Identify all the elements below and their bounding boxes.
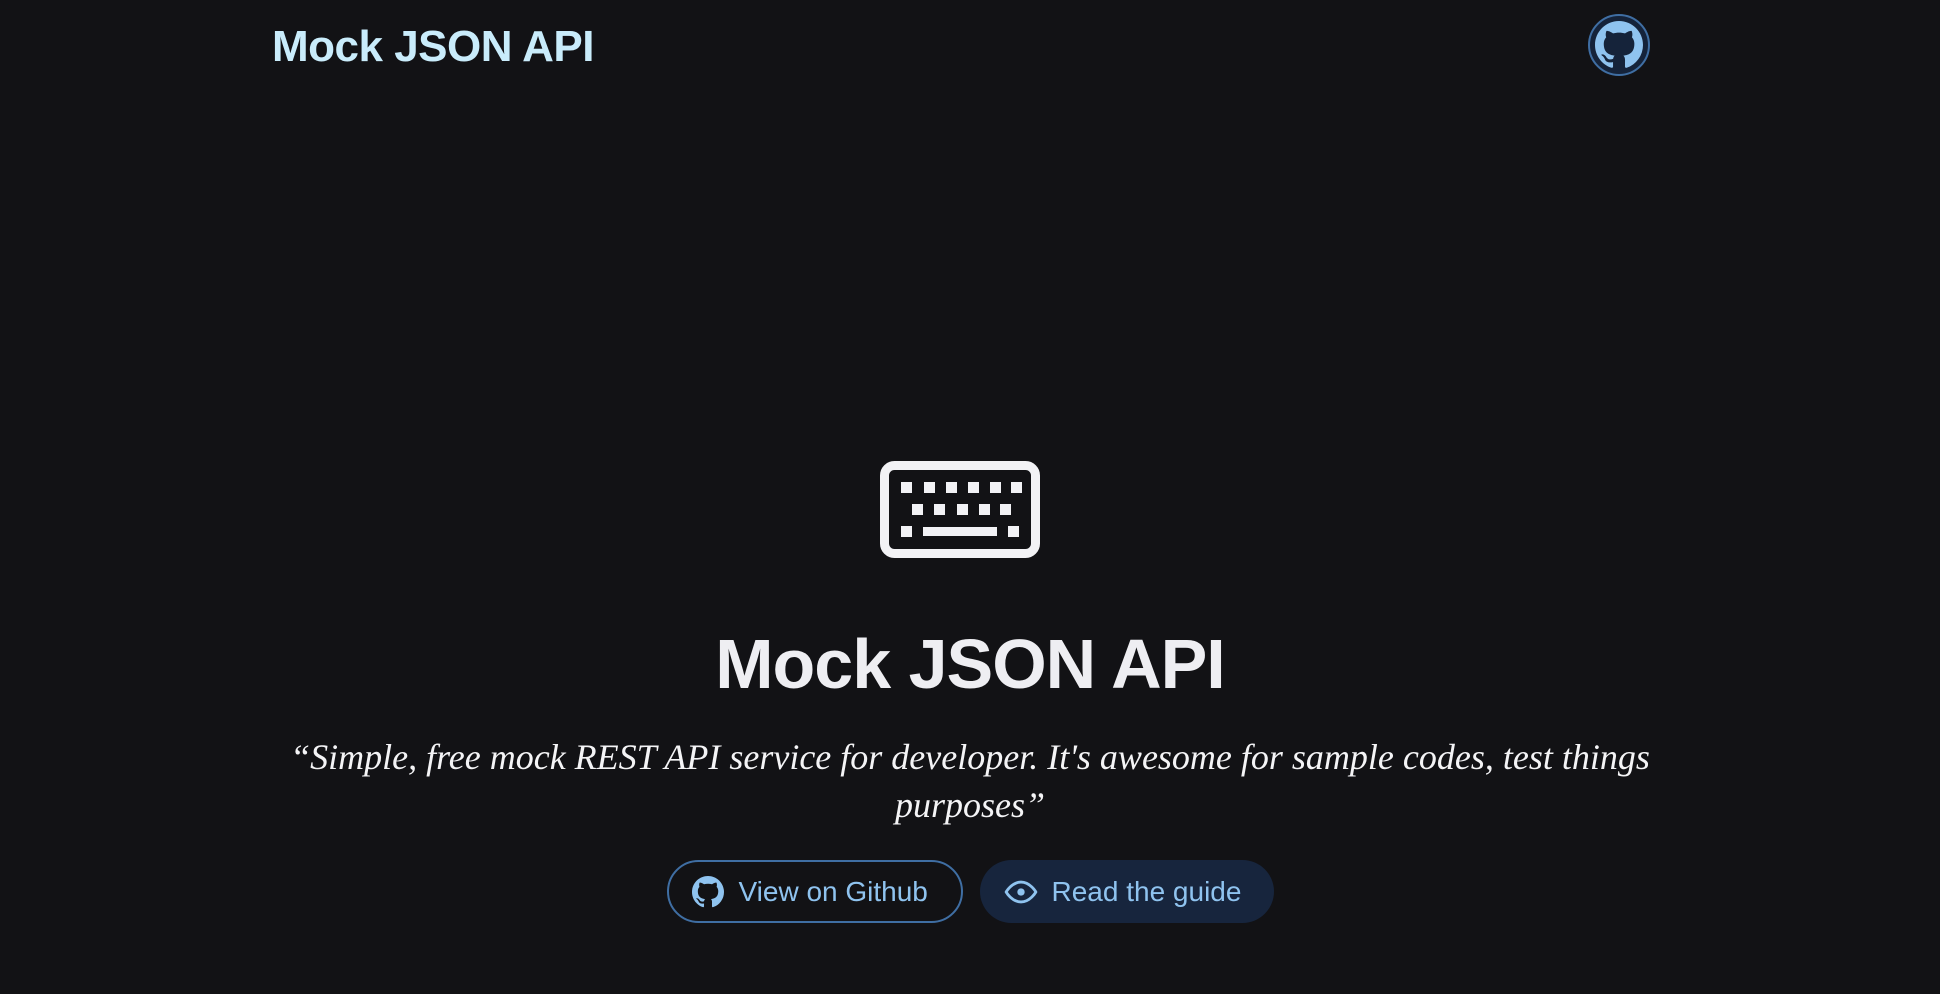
eye-icon: [1004, 875, 1038, 909]
hero-actions: View on Github Read the guide: [0, 860, 1940, 923]
read-the-guide-label: Read the guide: [1051, 875, 1242, 907]
keyboard-icon: [880, 461, 1040, 558]
read-the-guide-button[interactable]: Read the guide: [979, 860, 1274, 923]
github-link-button[interactable]: [1588, 14, 1650, 76]
github-icon: [1595, 21, 1643, 69]
github-icon: [691, 875, 725, 909]
view-on-github-button[interactable]: View on Github: [666, 860, 963, 923]
site-header: Mock JSON API: [272, 14, 1650, 80]
brand-title[interactable]: Mock JSON API: [272, 21, 594, 73]
hero-title: Mock JSON API: [715, 625, 1226, 703]
page: Mock JSON API Mock JSON API “Simple, fre…: [0, 0, 1940, 994]
hero-quote: “Simple, free mock REST API service for …: [290, 737, 1650, 825]
view-on-github-label: View on Github: [738, 875, 928, 907]
